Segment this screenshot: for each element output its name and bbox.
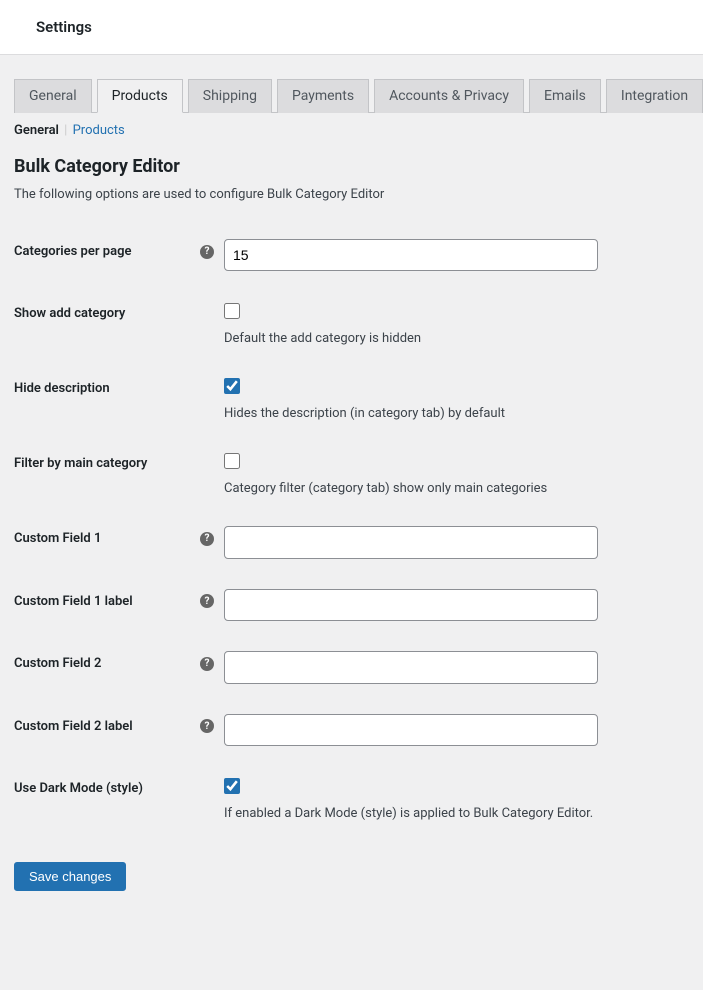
help-icon[interactable]: ? [200, 532, 214, 546]
label-hide-description: Hide description [14, 381, 110, 396]
label-custom-field-1: Custom Field 1 [14, 531, 101, 546]
tab-accounts[interactable]: Accounts & Privacy [374, 79, 524, 113]
desc-use-dark-mode: If enabled a Dark Mode (style) is applie… [224, 806, 693, 821]
label-use-dark-mode: Use Dark Mode (style) [14, 781, 143, 796]
label-categories-per-page: Categories per page [14, 244, 131, 259]
help-icon[interactable]: ? [200, 657, 214, 671]
subnav-separator: | [64, 123, 67, 138]
desc-show-add-category: Default the add category is hidden [224, 331, 693, 346]
tab-emails[interactable]: Emails [529, 79, 601, 113]
sub-nav: General | Products [14, 123, 703, 138]
page-header: Settings [0, 0, 703, 55]
tab-shipping[interactable]: Shipping [188, 79, 272, 113]
custom-field-2-label-input[interactable] [224, 714, 598, 746]
custom-field-2-input[interactable] [224, 651, 598, 683]
desc-filter-by-main: Category filter (category tab) show only… [224, 481, 693, 496]
filter-by-main-checkbox[interactable] [224, 453, 240, 469]
custom-field-1-input[interactable] [224, 526, 598, 558]
help-icon[interactable]: ? [200, 594, 214, 608]
tab-payments[interactable]: Payments [277, 79, 369, 113]
tab-products[interactable]: Products [97, 79, 183, 113]
show-add-category-checkbox[interactable] [224, 303, 240, 319]
categories-per-page-input[interactable] [224, 239, 598, 271]
desc-hide-description: Hides the description (in category tab) … [224, 406, 693, 421]
settings-tabs: General Products Shipping Payments Accou… [14, 79, 703, 113]
use-dark-mode-checkbox[interactable] [224, 778, 240, 794]
tab-integration[interactable]: Integration [606, 79, 703, 113]
page-title: Settings [36, 18, 703, 36]
label-filter-by-main: Filter by main category [14, 456, 147, 471]
help-icon[interactable]: ? [200, 245, 214, 259]
label-custom-field-2-lbl: Custom Field 2 label [14, 719, 133, 734]
section-description: The following options are used to config… [14, 187, 703, 202]
settings-form: Categories per page ? Show add category … [14, 224, 703, 836]
custom-field-1-label-input[interactable] [224, 589, 598, 621]
label-custom-field-2: Custom Field 2 [14, 656, 101, 671]
label-custom-field-1-lbl: Custom Field 1 label [14, 594, 133, 609]
help-icon[interactable]: ? [200, 719, 214, 733]
tab-general[interactable]: General [14, 79, 92, 113]
section-title: Bulk Category Editor [14, 156, 703, 177]
label-show-add-category: Show add category [14, 306, 125, 321]
hide-description-checkbox[interactable] [224, 378, 240, 394]
save-changes-button[interactable]: Save changes [14, 862, 126, 891]
subnav-general[interactable]: General [14, 123, 59, 138]
subnav-products[interactable]: Products [73, 123, 125, 138]
